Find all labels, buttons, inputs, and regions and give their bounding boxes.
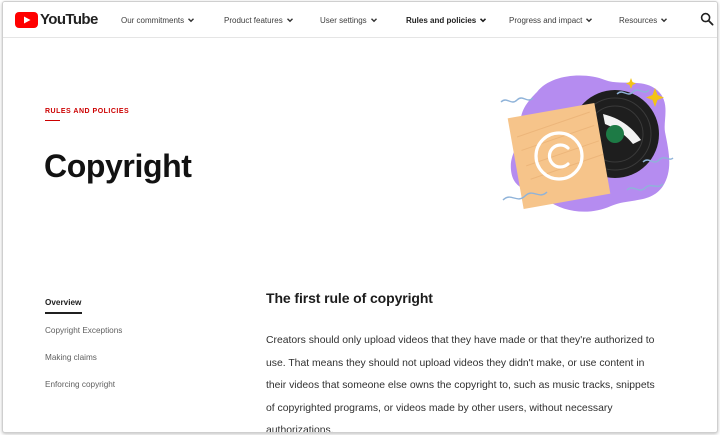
body-paragraph: Creators should only upload videos that … bbox=[266, 330, 686, 433]
nav-label: Product features bbox=[224, 15, 283, 25]
top-navigation: YouTube Our commitments Product features… bbox=[3, 2, 717, 38]
squiggle-line bbox=[500, 97, 534, 103]
chevron-down-icon bbox=[661, 18, 668, 23]
chevron-down-icon bbox=[370, 18, 377, 23]
nav-product-features[interactable]: Product features bbox=[224, 13, 294, 27]
chevron-down-icon bbox=[480, 18, 487, 23]
chevron-down-icon bbox=[586, 18, 593, 23]
nav-our-commitments[interactable]: Our commitments bbox=[121, 13, 195, 27]
youtube-play-icon bbox=[15, 12, 38, 28]
paragraph-line: their videos that someone else owns the … bbox=[266, 380, 655, 392]
paragraph-line: authorizations. bbox=[266, 425, 334, 433]
record-label bbox=[606, 125, 624, 143]
subnav-item-making-claims[interactable]: Making claims bbox=[45, 353, 97, 362]
chevron-down-icon bbox=[188, 18, 195, 23]
subnav-label: Enforcing copyright bbox=[45, 380, 116, 389]
page-title: Copyright bbox=[44, 148, 192, 184]
subnav-label: Overview bbox=[45, 298, 82, 307]
record-sleeve bbox=[507, 103, 611, 209]
section-heading: The first rule of copyright bbox=[266, 290, 433, 306]
subnav-label: Making claims bbox=[45, 353, 97, 362]
nav-user-settings[interactable]: User settings bbox=[320, 13, 378, 27]
browser-frame: YouTube Our commitments Product features… bbox=[2, 1, 718, 433]
chevron-down-icon bbox=[286, 18, 293, 23]
nav-progress-and-impact[interactable]: Progress and impact bbox=[509, 13, 593, 27]
copyright-illustration bbox=[500, 75, 674, 212]
subnav-label: Copyright Exceptions bbox=[45, 326, 123, 335]
nav-label: Resources bbox=[619, 15, 658, 25]
paragraph-line: Creators should only upload videos that … bbox=[266, 335, 655, 346]
nav-label: Progress and impact bbox=[509, 15, 583, 25]
subnav-item-overview[interactable]: Overview bbox=[45, 298, 82, 314]
active-indicator bbox=[45, 312, 82, 314]
nav-label: User settings bbox=[320, 15, 367, 25]
nav-label: Our commitments bbox=[121, 15, 185, 25]
nav-rules-and-policies[interactable]: Rules and policies bbox=[406, 13, 487, 27]
subnav-item-enforcing-copyright[interactable]: Enforcing copyright bbox=[45, 380, 115, 389]
nav-label: Rules and policies bbox=[406, 15, 477, 25]
eyebrow-underline bbox=[45, 120, 60, 121]
subnav-item-copyright-exceptions[interactable]: Copyright Exceptions bbox=[45, 326, 122, 335]
logo-wordmark: YouTube bbox=[40, 11, 98, 28]
section-eyebrow: RULES AND POLICIES bbox=[45, 108, 130, 115]
youtube-logo[interactable]: YouTube bbox=[15, 12, 98, 28]
paragraph-line: of copyrighted programs, or videos made … bbox=[266, 402, 613, 414]
paragraph-line: use. That means they should not upload v… bbox=[266, 357, 645, 369]
search-icon[interactable] bbox=[700, 12, 714, 26]
nav-resources[interactable]: Resources bbox=[619, 13, 668, 27]
